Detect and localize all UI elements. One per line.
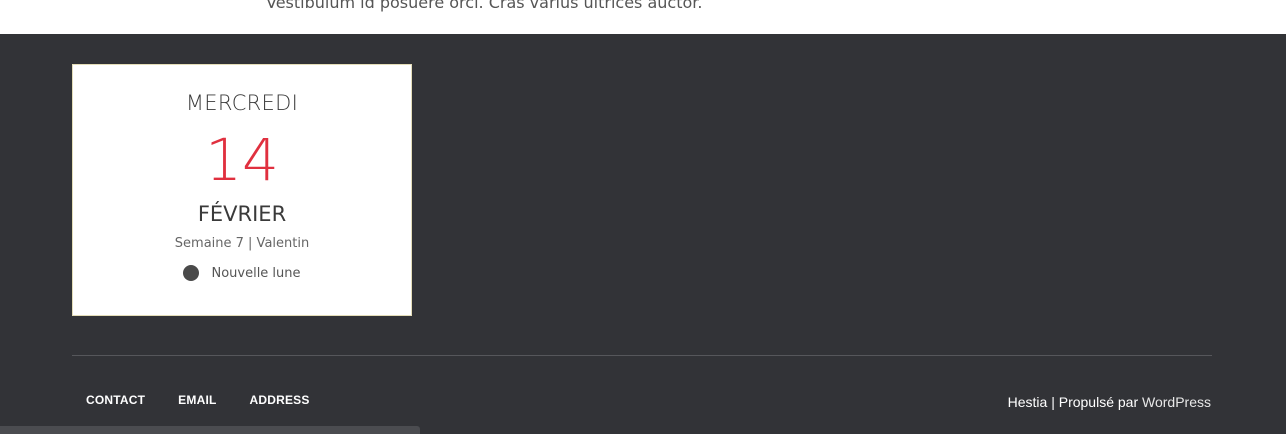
content-strip: Vestibulum id posuere orci. Cras varius …	[0, 0, 1286, 34]
footer-menu: CONTACT EMAIL ADDRESS	[86, 393, 310, 407]
footer-divider	[72, 355, 1212, 356]
wordpress-link[interactable]: WordPress	[1142, 394, 1211, 410]
content-paragraph: Vestibulum id posuere orci. Cras varius …	[266, 0, 703, 12]
calendar-month: FÉVRIER	[197, 202, 287, 226]
browser-status-bar	[0, 426, 420, 434]
credit-separator: |	[1047, 394, 1059, 410]
calendar-day-number: 14	[205, 126, 279, 194]
footer-link-contact[interactable]: CONTACT	[86, 393, 145, 407]
credit-powered-text: Propulsé par	[1058, 394, 1143, 410]
calendar-widget: MERCREDI 14 FÉVRIER Semaine 7 | Valentin…	[72, 64, 412, 316]
footer-link-address[interactable]: ADDRESS	[250, 393, 310, 407]
moon-phase-label: Nouvelle lune	[211, 265, 301, 281]
calendar-moon-phase: Nouvelle lune	[73, 265, 411, 281]
hestia-link[interactable]: Hestia	[1008, 394, 1048, 410]
calendar-weekday: MERCREDI	[185, 91, 299, 115]
footer-credits: Hestia | Propulsé par WordPress	[1008, 394, 1211, 410]
footer-link-email[interactable]: EMAIL	[178, 393, 216, 407]
new-moon-icon	[183, 265, 200, 281]
site-footer: MERCREDI 14 FÉVRIER Semaine 7 | Valentin…	[0, 34, 1286, 434]
calendar-week-info: Semaine 7 | Valentin	[174, 236, 310, 251]
